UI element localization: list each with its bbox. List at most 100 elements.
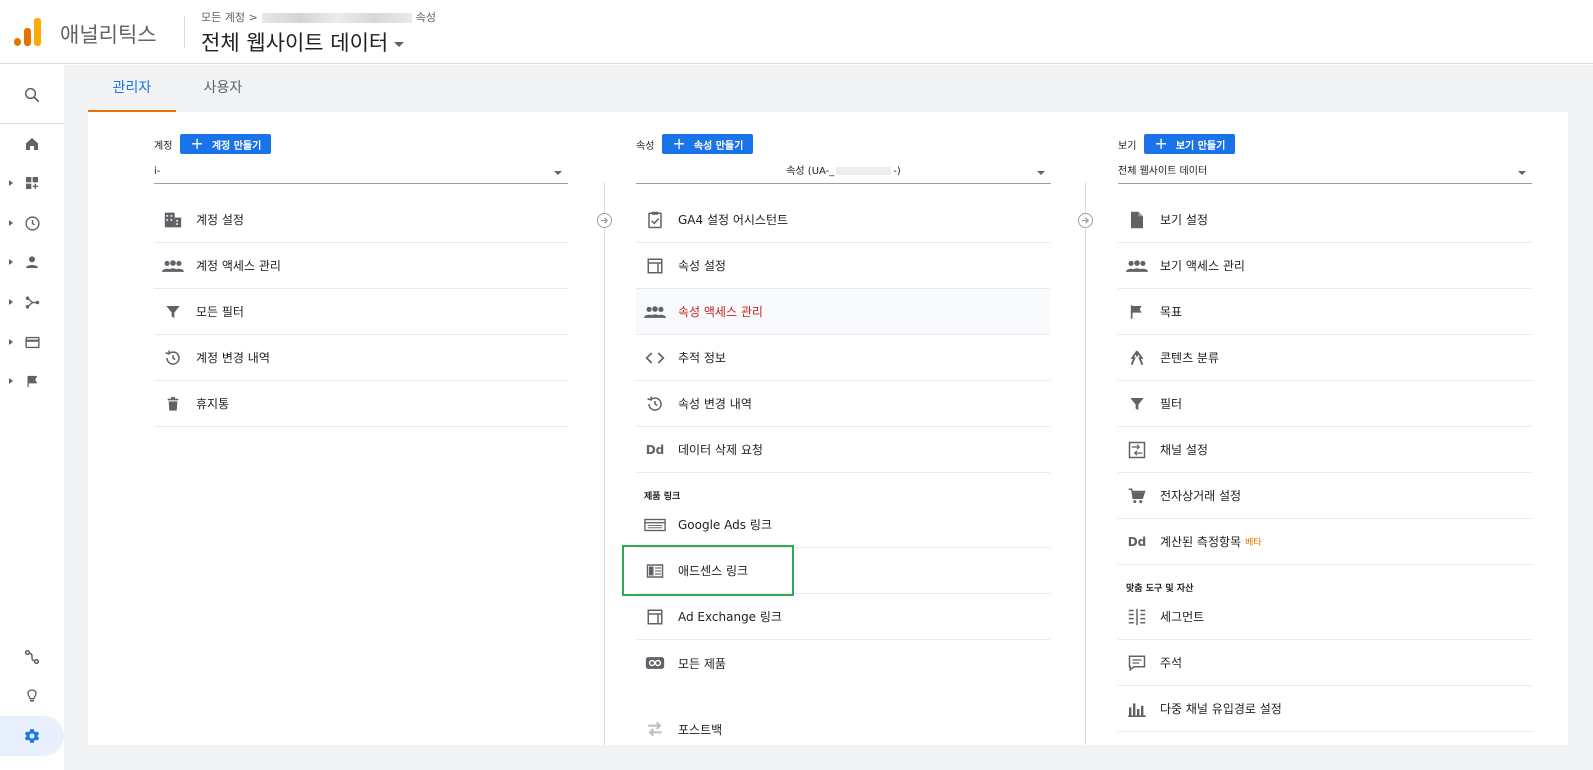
expand-arrow-icon[interactable]	[9, 299, 13, 305]
arrow-right-icon	[597, 213, 612, 228]
view-column: 보기 + 보기 만들기 전체 웹사이트 데이터 보기 설정 보기 액세스 관리 목…	[1118, 112, 1538, 745]
google-ads-link[interactable]: Google Ads 링크	[636, 502, 1050, 548]
goals[interactable]: 목표	[1118, 289, 1532, 335]
beta-badge: 베타	[1245, 538, 1262, 548]
postback[interactable]: 포스트백	[636, 706, 1050, 745]
ga4-setup-assistant[interactable]: GA4 설정 어시스턴트	[636, 197, 1050, 243]
item-label: 보기 액세스 관리	[1160, 259, 1245, 273]
main-area: 계정 + 계정 만들기 i- 계정 설정 계정 액세스 관리 모든 필터 계정 변…	[64, 112, 1593, 770]
property-column: 속성 + 속성 만들기 속성 (UA-_ -) GA4 설정 어시스턴트 속성 설정…	[636, 112, 1056, 745]
expand-arrow-icon[interactable]	[9, 220, 13, 226]
item-label: 보기 설정	[1160, 213, 1208, 227]
breadcrumb[interactable]: 모든 계정 > 속성	[201, 9, 436, 25]
account-selected: i-	[154, 166, 161, 177]
item-label: GA4 설정 어시스턴트	[678, 213, 789, 227]
item-label: 콘텐츠 분류	[1160, 351, 1220, 365]
person-icon[interactable]	[22, 252, 42, 272]
view-dropdown[interactable]: 전체 웹사이트 데이터	[1118, 162, 1532, 184]
tab-admin[interactable]: 관리자	[88, 65, 176, 112]
clock-icon[interactable]	[22, 213, 42, 233]
link-icon	[644, 652, 666, 674]
ecommerce-settings[interactable]: 전자상거래 설정	[1118, 473, 1532, 519]
dashboard-icon[interactable]	[22, 173, 42, 193]
view-title: 전체 웹사이트 데이터	[201, 31, 389, 55]
create-view-label: 보기 만들기	[1175, 140, 1226, 152]
flag-icon[interactable]	[22, 371, 42, 391]
account-selector[interactable]: i-	[154, 162, 568, 184]
item-label: Ad Exchange 링크	[678, 610, 782, 624]
view-settings[interactable]: 보기 설정	[1118, 197, 1532, 243]
tab-admin-label: 관리자	[112, 80, 152, 96]
personal-tools-label: 맞춤 도구 및 자산	[1126, 584, 1194, 594]
create-view-button[interactable]: + 보기 만들기	[1144, 134, 1236, 154]
app-name: 애널리틱스	[60, 23, 157, 47]
account-change-history[interactable]: 계정 변경 내역	[154, 335, 568, 381]
layout-icon	[644, 606, 666, 628]
building-icon	[162, 209, 184, 231]
history-icon	[644, 393, 666, 415]
expand-arrow-icon[interactable]	[9, 339, 13, 345]
property-selector[interactable]: 속성 (UA-_ -)	[636, 162, 1051, 184]
left-nav	[0, 65, 64, 770]
create-property-button[interactable]: + 속성 만들기	[662, 134, 754, 154]
plus-icon: +	[190, 134, 204, 153]
analytics-logo-icon[interactable]	[14, 18, 42, 48]
search-icon[interactable]	[22, 85, 42, 105]
behavior-icon[interactable]	[22, 332, 42, 352]
product-links-label: 제품 링크	[644, 492, 681, 502]
account-column: 계정 + 계정 만들기 i- 계정 설정 계정 액세스 관리 모든 필터 계정 변…	[154, 112, 574, 745]
multi-channel-funnels-settings[interactable]: 다중 채널 유입경로 설정	[1118, 686, 1532, 732]
cart-icon	[1126, 485, 1148, 507]
segments[interactable]: 세그먼트	[1118, 594, 1532, 640]
lightbulb-icon[interactable]	[22, 686, 42, 706]
attribution-icon[interactable]	[22, 647, 42, 667]
breadcrumb-redacted	[261, 13, 412, 23]
ad-exchange-link[interactable]: Ad Exchange 링크	[636, 594, 1050, 640]
create-property-label: 속성 만들기	[693, 140, 744, 152]
view-access-management[interactable]: 보기 액세스 관리	[1118, 243, 1532, 289]
admin-nav-item[interactable]	[0, 716, 64, 756]
channel-settings[interactable]: 채널 설정	[1118, 427, 1532, 473]
all-products[interactable]: 모든 제품	[636, 640, 1050, 686]
content-grouping[interactable]: 콘텐츠 분류	[1118, 335, 1532, 381]
item-label: 휴지통	[196, 397, 230, 411]
view-selector[interactable]: 전체 웹사이트 데이터	[201, 27, 405, 57]
segment-icon	[1126, 606, 1148, 628]
home-icon[interactable]	[22, 134, 42, 154]
all-filters[interactable]: 모든 필터	[154, 289, 568, 335]
dd-icon: Dd	[645, 442, 665, 457]
property-access-management[interactable]: 속성 액세스 관리	[636, 289, 1050, 335]
property-selected-suffix: -)	[893, 166, 901, 177]
expand-arrow-icon[interactable]	[9, 259, 13, 265]
property-label: 속성	[636, 140, 655, 152]
person-walk-icon	[1126, 347, 1148, 369]
property-change-history[interactable]: 속성 변경 내역	[636, 381, 1050, 427]
highlight-box	[622, 545, 794, 596]
header-divider	[184, 16, 185, 48]
item-label: 속성 설정	[678, 259, 726, 273]
channel-icon	[1126, 439, 1148, 461]
breadcrumb-prefix: 모든 계정 >	[201, 11, 258, 24]
acquisition-icon[interactable]	[22, 292, 42, 312]
view-selected: 전체 웹사이트 데이터	[1118, 166, 1208, 177]
item-label: 계정 변경 내역	[196, 351, 270, 365]
account-settings[interactable]: 계정 설정	[154, 197, 568, 243]
people-icon	[644, 301, 666, 323]
annotations[interactable]: 주석	[1118, 640, 1532, 686]
data-deletion-request[interactable]: Dd 데이터 삭제 요청	[636, 427, 1050, 473]
tracking-info[interactable]: 추적 정보	[636, 335, 1050, 381]
filter-icon	[162, 301, 184, 323]
filter-icon	[1126, 393, 1148, 415]
trash[interactable]: 휴지통	[154, 381, 568, 427]
expand-arrow-icon[interactable]	[9, 378, 13, 384]
calculated-metrics[interactable]: Dd 계산된 측정항목 베타	[1118, 519, 1532, 565]
item-label: 모든 필터	[196, 305, 244, 319]
expand-arrow-icon[interactable]	[9, 180, 13, 186]
dd-icon: Dd	[1127, 534, 1147, 549]
code-icon	[644, 347, 666, 369]
create-account-button[interactable]: + 계정 만들기	[180, 134, 272, 154]
filters[interactable]: 필터	[1118, 381, 1532, 427]
property-settings[interactable]: 속성 설정	[636, 243, 1050, 289]
account-access-management[interactable]: 계정 액세스 관리	[154, 243, 568, 289]
tab-user[interactable]: 사용자	[188, 65, 258, 112]
